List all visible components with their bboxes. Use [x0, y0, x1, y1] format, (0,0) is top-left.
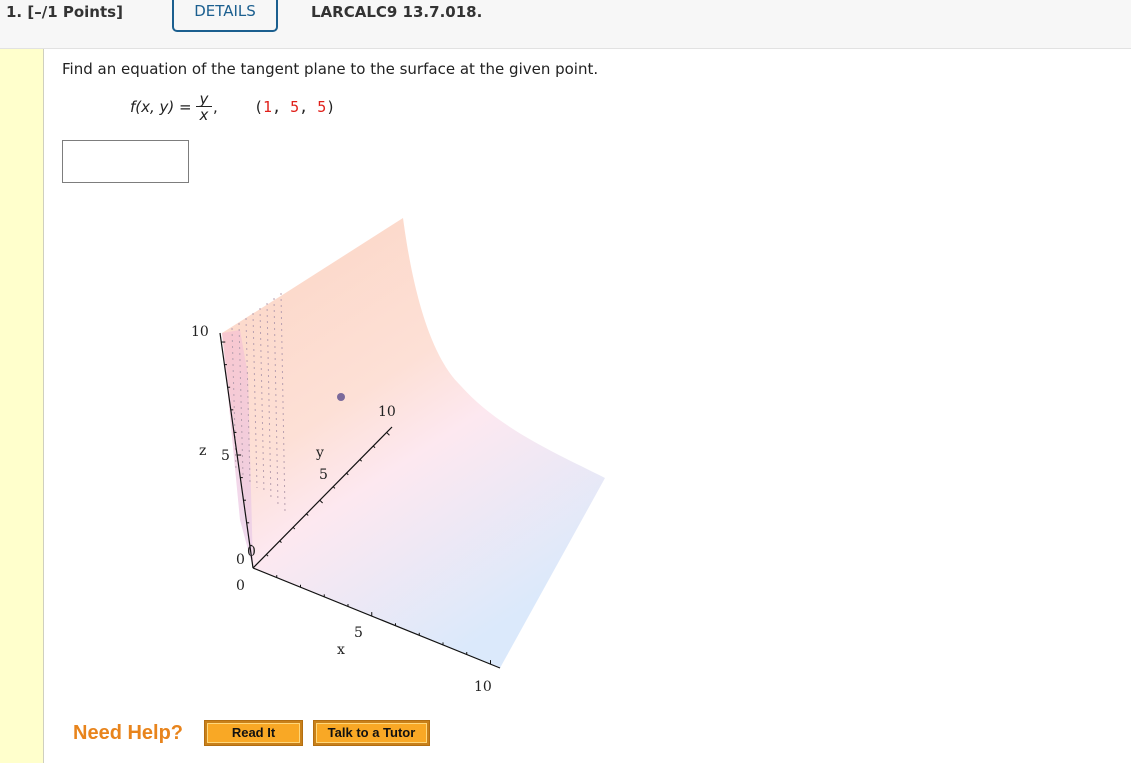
question-points-label: 1. [–/1 Points]: [6, 3, 123, 21]
separator: ,: [299, 98, 318, 116]
function-lhs: f(x, y) =: [130, 98, 192, 116]
need-help-label: Need Help?: [73, 722, 184, 744]
surface: [222, 218, 605, 668]
x-axis-label: x: [337, 642, 345, 658]
surface-plot: 10 5 z 0 0 0 y 5 10 5 x 10: [191, 218, 605, 695]
answer-input[interactable]: [62, 140, 189, 183]
details-button[interactable]: DETAILS: [172, 0, 278, 32]
y-tick-5: 5: [319, 467, 328, 483]
y-axis-label: y: [315, 445, 324, 461]
z-tick-10: 10: [191, 324, 209, 340]
x-tick-0: 0: [236, 578, 245, 594]
y-tick-0: 0: [247, 544, 256, 560]
z-tick-0: 0: [236, 552, 245, 568]
paren-close: ): [326, 98, 336, 116]
paren-open: (: [254, 98, 264, 116]
question-header: 1. [–/1 Points] DETAILS LARCALC9 13.7.01…: [0, 0, 1131, 49]
z-axis-label: z: [199, 443, 206, 459]
point-z: 5: [317, 98, 327, 116]
y-tick-10: 10: [378, 404, 396, 420]
marked-point: [337, 393, 345, 401]
fraction-numerator: y: [196, 92, 212, 107]
z-tick-5: 5: [221, 448, 230, 464]
point-x: 1: [263, 98, 273, 116]
left-margin-bar: [0, 49, 44, 763]
problem-code: LARCALC9 13.7.018.: [311, 3, 483, 21]
fraction-denominator: x: [199, 106, 209, 124]
read-it-button[interactable]: Read It: [204, 720, 303, 746]
question-prompt: Find an equation of the tangent plane to…: [62, 60, 599, 78]
talk-to-tutor-button[interactable]: Talk to a Tutor: [313, 720, 430, 746]
x-tick-10: 10: [474, 679, 492, 695]
fraction: y x: [196, 92, 212, 123]
separator: ,: [272, 98, 291, 116]
point-y: 5: [290, 98, 300, 116]
x-tick-5: 5: [354, 625, 363, 641]
comma: ,: [213, 98, 218, 116]
given-point: (1, 5, 5): [254, 98, 335, 116]
